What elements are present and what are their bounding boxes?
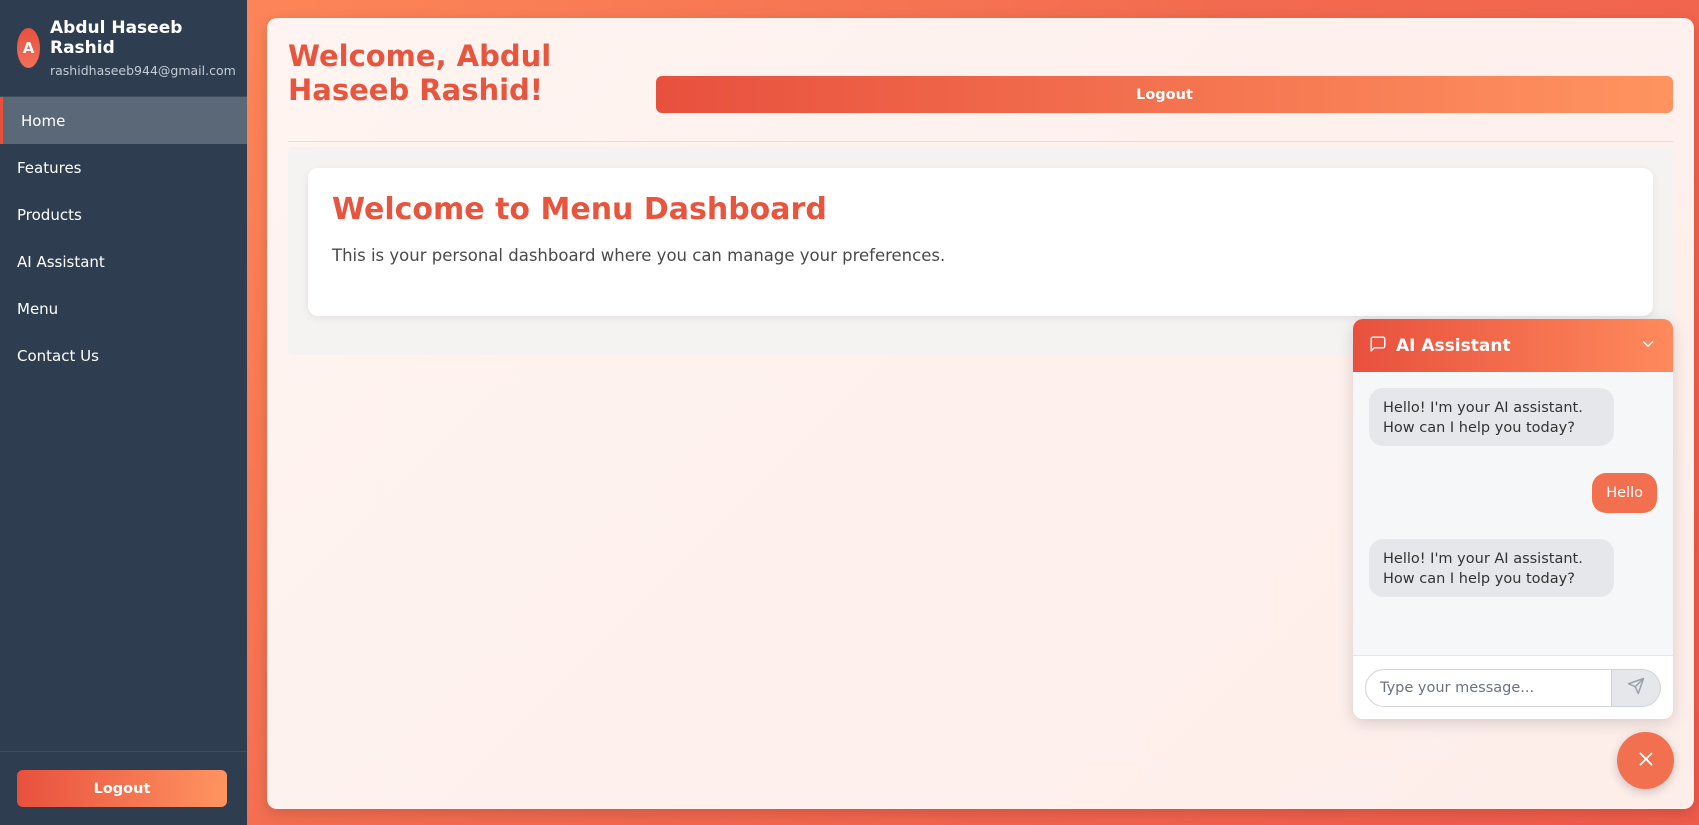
chat-input-row bbox=[1353, 655, 1673, 719]
send-icon bbox=[1627, 677, 1645, 698]
main-header: Welcome, Abdul Haseeb Rashid! Logout bbox=[288, 39, 1673, 142]
chat-header: AI Assistant bbox=[1353, 319, 1673, 372]
sidebar-item-home[interactable]: Home bbox=[0, 97, 247, 144]
send-button[interactable] bbox=[1612, 668, 1661, 707]
chat-widget: AI Assistant Hello! I'm your AI assistan… bbox=[1353, 319, 1673, 719]
chat-toggle-button[interactable] bbox=[1617, 732, 1674, 789]
sidebar-logout-button[interactable]: Logout bbox=[17, 770, 227, 807]
card-text: This is your personal dashboard where yo… bbox=[332, 246, 946, 265]
user-info: Abdul Haseeb Rashid rashidhaseeb944@gmai… bbox=[50, 18, 236, 78]
sidebar-item-menu[interactable]: Menu bbox=[0, 285, 247, 332]
welcome-card: Welcome to Menu Dashboard This is your p… bbox=[308, 168, 1653, 316]
avatar: A bbox=[17, 28, 40, 68]
bot-message: Hello! I'm your AI assistant. How can I … bbox=[1369, 539, 1614, 597]
user-profile: A Abdul Haseeb Rashid rashidhaseeb944@gm… bbox=[0, 0, 247, 97]
sidebar-footer: Logout bbox=[0, 751, 247, 825]
page-title: Welcome, Abdul Haseeb Rashid! bbox=[288, 39, 552, 107]
bot-message: Hello! I'm your AI assistant. How can I … bbox=[1369, 388, 1614, 446]
chat-title: AI Assistant bbox=[1396, 335, 1511, 356]
sidebar-item-contact-us[interactable]: Contact Us bbox=[0, 332, 247, 379]
message-square-icon bbox=[1369, 335, 1387, 357]
card-title: Welcome to Menu Dashboard bbox=[332, 192, 827, 227]
close-icon bbox=[1635, 748, 1657, 774]
sidebar: A Abdul Haseeb Rashid rashidhaseeb944@gm… bbox=[0, 0, 247, 825]
header-logout-button[interactable]: Logout bbox=[656, 76, 1673, 113]
chat-message-input[interactable] bbox=[1365, 668, 1612, 707]
sidebar-nav: Home Features Products AI Assistant Menu… bbox=[0, 97, 247, 751]
user-name: Abdul Haseeb Rashid bbox=[50, 18, 183, 58]
sidebar-item-ai-assistant[interactable]: AI Assistant bbox=[0, 238, 247, 285]
sidebar-item-features[interactable]: Features bbox=[0, 144, 247, 191]
chat-messages: Hello! I'm your AI assistant. How can I … bbox=[1353, 372, 1673, 655]
sidebar-item-products[interactable]: Products bbox=[0, 191, 247, 238]
user-email: rashidhaseeb944@gmail.com bbox=[50, 63, 236, 78]
chevron-down-icon[interactable] bbox=[1639, 335, 1657, 357]
user-message: Hello bbox=[1592, 473, 1657, 513]
